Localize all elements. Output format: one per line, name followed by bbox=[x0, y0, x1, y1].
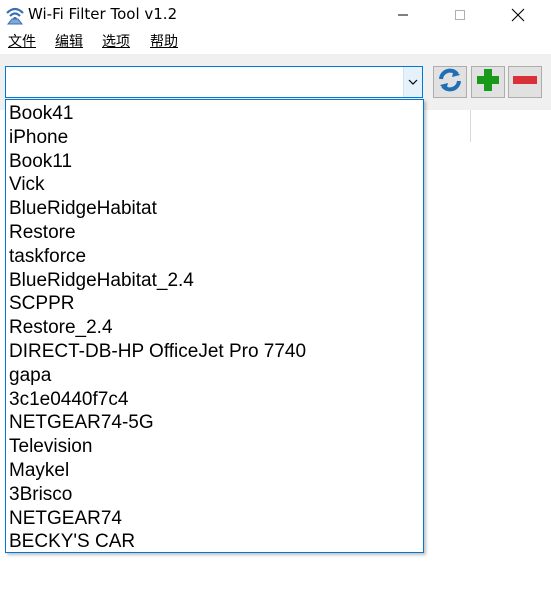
refresh-icon bbox=[437, 67, 463, 97]
list-item[interactable]: Television bbox=[9, 435, 92, 459]
menu-bar: 文件 编辑 选项 帮助 bbox=[0, 30, 551, 54]
list-item[interactable]: DIRECT-DB-HP OfficeJet Pro 7740 bbox=[9, 340, 306, 364]
list-item[interactable]: Vick bbox=[9, 173, 45, 197]
list-item[interactable]: SCPPR bbox=[9, 292, 74, 316]
list-item[interactable]: NETGEAR74-5G bbox=[9, 411, 154, 435]
list-item[interactable]: Maykel bbox=[9, 459, 69, 483]
network-dropdown-list: Book41 iPhone Book11 Vick BlueRidgeHabit… bbox=[5, 99, 424, 553]
wifi-tool-icon bbox=[4, 4, 26, 26]
menu-help[interactable]: 帮助 bbox=[150, 34, 178, 50]
minus-icon bbox=[511, 67, 539, 97]
menu-edit[interactable]: 编辑 bbox=[55, 34, 83, 50]
list-item[interactable]: iPhone bbox=[9, 126, 68, 150]
list-item[interactable]: 3c1e0440f7c4 bbox=[9, 388, 128, 412]
remove-button[interactable] bbox=[508, 66, 542, 98]
window-title: Wi-Fi Filter Tool v1.2 bbox=[28, 5, 178, 23]
network-combobox[interactable] bbox=[5, 66, 423, 98]
list-item[interactable]: BlueRidgeHabitat bbox=[9, 197, 157, 221]
minimize-button[interactable] bbox=[380, 0, 426, 30]
list-item[interactable]: BECKY'S CAR bbox=[9, 530, 135, 552]
panel-divider bbox=[470, 110, 471, 142]
list-item[interactable]: Restore_2.4 bbox=[9, 316, 113, 340]
list-item[interactable]: Book11 bbox=[9, 150, 72, 174]
menu-options[interactable]: 选项 bbox=[102, 34, 130, 50]
list-item[interactable]: gapa bbox=[9, 364, 51, 388]
plus-icon bbox=[475, 67, 501, 97]
list-item[interactable]: NETGEAR74 bbox=[9, 507, 122, 531]
list-item[interactable]: 3Brisco bbox=[9, 483, 72, 507]
close-button[interactable] bbox=[495, 0, 541, 30]
menu-file[interactable]: 文件 bbox=[8, 34, 36, 50]
title-bar: Wi-Fi Filter Tool v1.2 bbox=[0, 0, 551, 30]
maximize-button[interactable] bbox=[437, 0, 483, 30]
chevron-down-icon[interactable] bbox=[403, 67, 422, 97]
list-item[interactable]: taskforce bbox=[9, 245, 86, 269]
list-item[interactable]: BlueRidgeHabitat_2.4 bbox=[9, 269, 194, 293]
list-item[interactable]: Book41 bbox=[9, 102, 73, 126]
refresh-button[interactable] bbox=[433, 66, 467, 98]
list-item[interactable]: Restore bbox=[9, 221, 76, 245]
add-button[interactable] bbox=[471, 66, 505, 98]
